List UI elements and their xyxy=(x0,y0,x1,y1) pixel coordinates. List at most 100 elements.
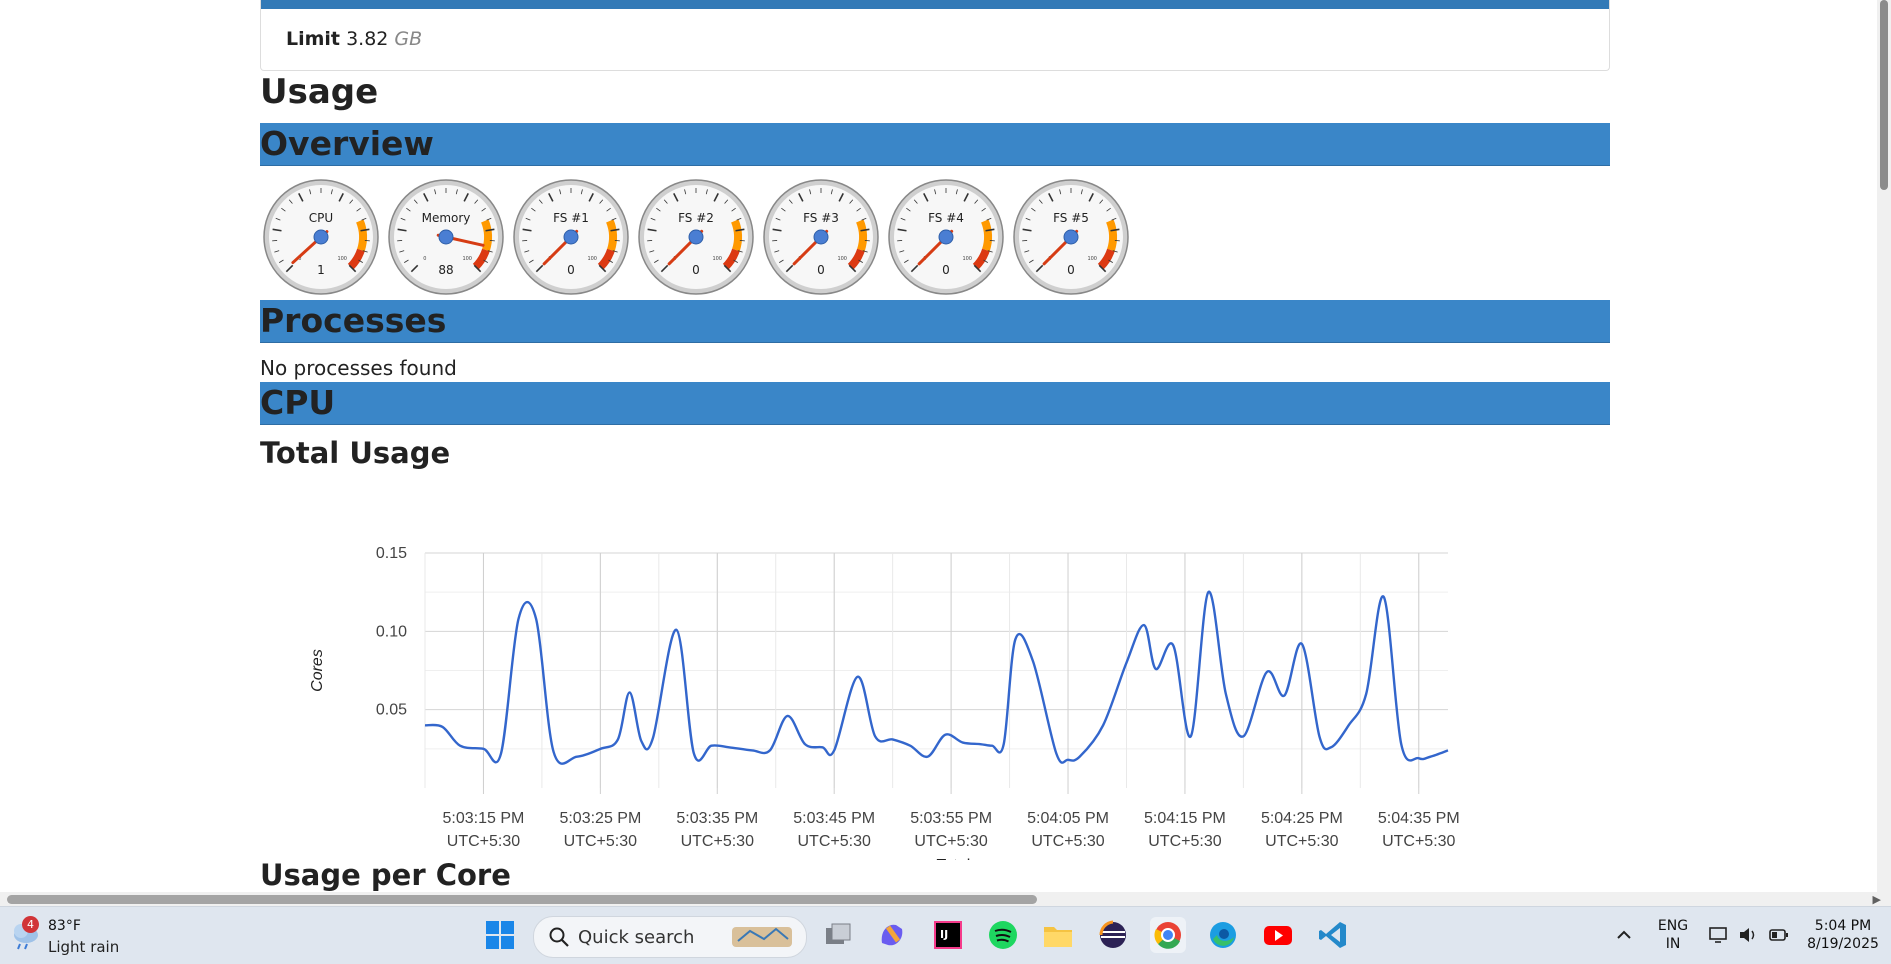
copilot-icon[interactable] xyxy=(874,917,910,953)
clock-time: 5:04 PM xyxy=(1803,917,1883,935)
gauge-warning-zone xyxy=(985,221,988,250)
usage-heading: Usage xyxy=(260,72,378,112)
x-tick-label-time: 5:04:25 PM xyxy=(1261,810,1343,827)
windows-start-icon[interactable] xyxy=(482,917,518,953)
eclipse-icon[interactable] xyxy=(1095,917,1131,953)
gauge-hub xyxy=(689,230,703,244)
gauge-label: FS #2 xyxy=(678,211,714,225)
limit-value: 3.82 xyxy=(346,28,388,50)
gauge-value: 0 xyxy=(1067,263,1075,277)
chevron-up-icon[interactable] xyxy=(1614,925,1634,945)
network-icon[interactable] xyxy=(1708,924,1730,946)
cpu-heading: CPU xyxy=(260,382,335,424)
limit-label: Limit xyxy=(286,28,340,50)
dashboard-page: Limit 3.82 GB Usage Overview 0100CPU1010… xyxy=(0,0,1891,894)
search-icon xyxy=(548,926,570,948)
horizontal-scrollbar[interactable]: ▶ xyxy=(0,892,1891,906)
x-tick-label-zone: UTC+5:30 xyxy=(1148,833,1221,850)
y-tick-label: 0.15 xyxy=(376,545,407,562)
cpu-section-bar: CPU xyxy=(260,382,1610,425)
x-tick-label-zone: UTC+5:30 xyxy=(447,833,520,850)
total-usage-chart: 0.05 0.10 0.15 5:03:15 PM UTC+5:30 5:03:25 PM… xyxy=(260,470,1610,860)
series-line-total xyxy=(425,592,1448,764)
svg-text:IJ: IJ xyxy=(940,928,948,941)
scroll-right-arrow-icon[interactable]: ▶ xyxy=(1873,893,1881,906)
gauge-max-label: 100 xyxy=(1087,256,1097,262)
intellij-icon[interactable]: IJ xyxy=(930,917,966,953)
edge-icon[interactable] xyxy=(1205,917,1241,953)
search-placeholder: Quick search xyxy=(578,927,694,948)
language-code: ENG xyxy=(1656,917,1690,935)
x-tick-label-time: 5:03:55 PM xyxy=(910,810,992,827)
limit-card: Limit 3.82 GB xyxy=(260,0,1610,71)
search-highlight-image-icon xyxy=(730,921,796,953)
gauge-fs-2: 0100FS #20 xyxy=(637,178,755,296)
vscode-icon[interactable] xyxy=(1315,917,1351,953)
weather-badge: 4 xyxy=(22,916,39,933)
language-region: IN xyxy=(1656,935,1690,953)
x-tick-label-zone: UTC+5:30 xyxy=(564,833,637,850)
spotify-icon[interactable] xyxy=(985,917,1021,953)
gauge-value: 88 xyxy=(438,263,453,277)
chrome-icon[interactable] xyxy=(1150,917,1186,953)
gauge-warning-zone xyxy=(1110,221,1113,250)
gauge-max-label: 100 xyxy=(337,256,347,262)
x-tick-label-time: 5:03:25 PM xyxy=(559,810,641,827)
x-tick-label-time: 5:04:35 PM xyxy=(1378,810,1460,827)
y-tick-label: 0.10 xyxy=(376,623,407,640)
gauge-max-label: 100 xyxy=(587,256,597,262)
youtube-icon[interactable] xyxy=(1260,917,1296,953)
gauge-value: 0 xyxy=(817,263,825,277)
gauge-label: FS #3 xyxy=(803,211,839,225)
x-tick-label-zone: UTC+5:30 xyxy=(798,833,871,850)
language-indicator[interactable]: ENG IN xyxy=(1656,917,1690,953)
gauge-hub xyxy=(939,230,953,244)
clock[interactable]: 5:04 PM 8/19/2025 xyxy=(1803,917,1883,953)
x-tick-label-time: 5:03:35 PM xyxy=(676,810,758,827)
processes-heading: Processes xyxy=(260,300,446,342)
usage-per-core-heading: Usage per Core xyxy=(260,858,511,892)
x-tick-label-time: 5:04:15 PM xyxy=(1144,810,1226,827)
weather-temp: 83°F xyxy=(48,918,81,934)
gauge-label: FS #5 xyxy=(1053,211,1089,225)
gauge-hub xyxy=(1064,230,1078,244)
gauge-label: FS #4 xyxy=(928,211,964,225)
gauge-hub xyxy=(439,230,453,244)
taskbar-search-box[interactable]: Quick search xyxy=(533,916,807,958)
task-view-icon[interactable] xyxy=(820,917,856,953)
legend-label: Total xyxy=(937,857,971,860)
gauge-max-label: 100 xyxy=(837,256,847,262)
gauge-memory: 0100Memory88 xyxy=(387,178,505,296)
x-tick-label-zone: UTC+5:30 xyxy=(1031,833,1104,850)
volume-icon[interactable] xyxy=(1737,924,1759,946)
vertical-scrollbar-thumb[interactable] xyxy=(1880,0,1888,190)
limit-row: Limit 3.82 GB xyxy=(286,28,422,50)
gauge-max-label: 100 xyxy=(962,256,972,262)
gauge-label: FS #1 xyxy=(553,211,589,225)
taskbar: 4 83°F Light rain Quick search IJ xyxy=(0,906,1891,964)
gauge-warning-zone xyxy=(360,221,363,250)
weather-widget[interactable]: 4 83°F Light rain xyxy=(8,915,44,955)
limit-card-header-bar xyxy=(261,0,1609,9)
gauge-value: 0 xyxy=(942,263,950,277)
horizontal-scrollbar-thumb[interactable] xyxy=(7,895,1037,904)
battery-icon[interactable] xyxy=(1768,924,1790,946)
total-usage-heading: Total Usage xyxy=(260,436,450,470)
y-tick-label: 0.05 xyxy=(376,702,407,719)
x-tick-label-zone: UTC+5:30 xyxy=(1265,833,1338,850)
vertical-scrollbar[interactable] xyxy=(1877,0,1891,892)
gauge-warning-zone xyxy=(735,221,738,250)
limit-unit: GB xyxy=(394,28,422,50)
gauge-value: 1 xyxy=(317,263,325,277)
x-tick-label-zone: UTC+5:30 xyxy=(681,833,754,850)
x-tick-label-time: 5:03:15 PM xyxy=(443,810,525,827)
x-tick-label-time: 5:04:05 PM xyxy=(1027,810,1109,827)
x-tick-label-time: 5:03:45 PM xyxy=(793,810,875,827)
file-explorer-icon[interactable] xyxy=(1040,917,1076,953)
weather-condition: Light rain xyxy=(48,938,119,956)
gauge-label: Memory xyxy=(422,211,471,225)
no-processes-message: No processes found xyxy=(260,356,457,380)
clock-date: 8/19/2025 xyxy=(1803,935,1883,953)
y-axis-label: Cores xyxy=(309,649,326,692)
gauge-fs-5: 0100FS #50 xyxy=(1012,178,1130,296)
